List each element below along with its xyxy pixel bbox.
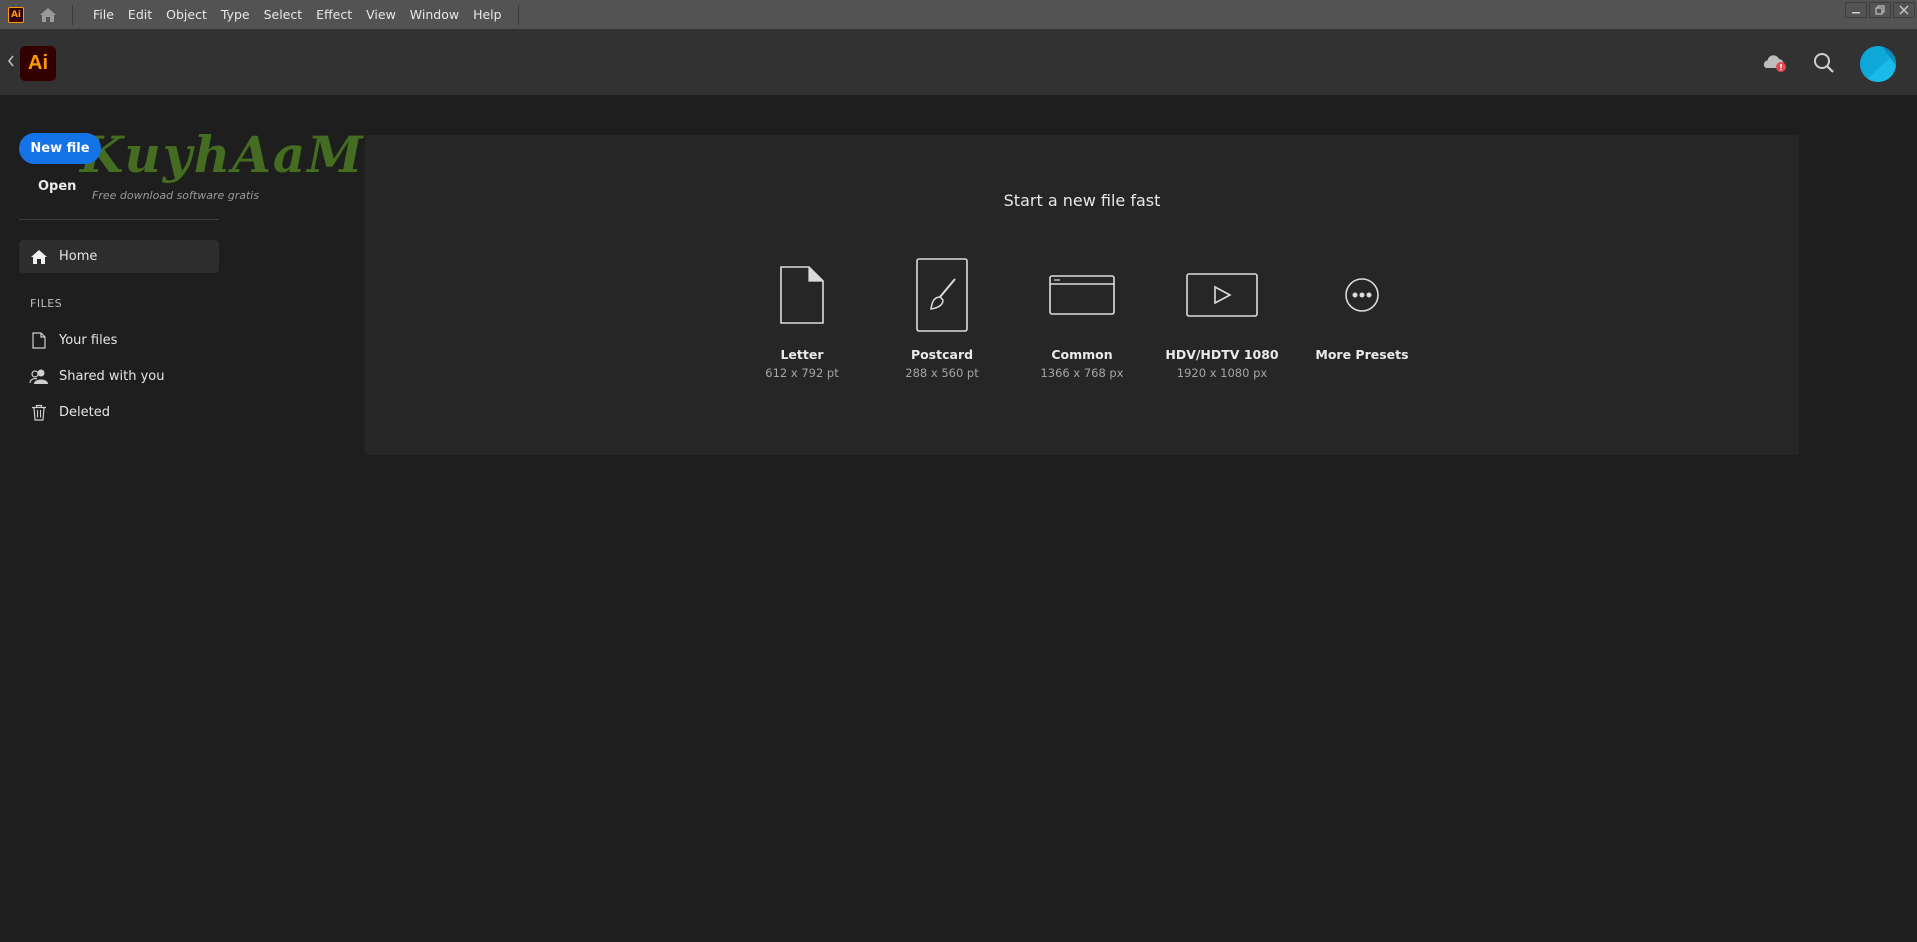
menu-help[interactable]: Help (467, 0, 508, 29)
video-play-icon (1152, 255, 1292, 335)
preset-size: 1366 x 768 px (1040, 366, 1124, 380)
files-heading: FILES (30, 297, 63, 310)
preset-size: 612 x 792 pt (765, 366, 839, 380)
sidebar-item-deleted[interactable]: Deleted (19, 396, 219, 429)
preset-more-presets[interactable]: More Presets (1292, 255, 1432, 385)
watermark: KuyhAaMe Free download software gratis (80, 125, 396, 215)
preset-size: 1920 x 1080 px (1176, 366, 1268, 380)
sidebar: KuyhAaMe Free download software gratis N… (0, 95, 396, 942)
chevron-left-icon[interactable] (6, 53, 16, 73)
avatar[interactable] (1860, 46, 1896, 82)
menu-object[interactable]: Object (160, 0, 213, 29)
menu-edit[interactable]: Edit (122, 0, 158, 29)
sidebar-item-your-files[interactable]: Your files (19, 324, 219, 357)
menu-select[interactable]: Select (258, 0, 309, 29)
sidebar-divider (19, 219, 219, 220)
menu-divider (517, 4, 519, 25)
home-icon (29, 247, 49, 267)
sidebar-item-label: Shared with you (59, 369, 165, 384)
new-file-button[interactable]: New file (19, 133, 101, 164)
preset-name: HDV/HDTV 1080 (1165, 347, 1279, 362)
menu-bar: Ai File Edit Object Type Select Effect V… (0, 0, 1917, 29)
sidebar-item-label: Deleted (59, 405, 110, 420)
minimize-button[interactable] (1845, 2, 1867, 18)
preset-name: Common (1051, 347, 1113, 362)
menu-view[interactable]: View (360, 0, 402, 29)
sidebar-item-label: Your files (59, 333, 118, 348)
close-button[interactable] (1893, 2, 1915, 18)
open-button[interactable]: Open (38, 179, 76, 194)
preset-name: Letter (780, 347, 824, 362)
preset-name: More Presets (1315, 347, 1409, 362)
brush-icon (872, 255, 1012, 335)
sidebar-item-label: Home (59, 249, 98, 264)
menu-type[interactable]: Type (215, 0, 256, 29)
restore-button[interactable] (1869, 2, 1891, 18)
preset-common[interactable]: Common 1366 x 768 px (1012, 255, 1152, 385)
preset-letter[interactable]: Letter 612 x 792 pt (732, 255, 872, 385)
home-icon[interactable] (38, 5, 58, 25)
document-icon (732, 255, 872, 335)
quick-start-panel: Start a new file fast Letter 612 x 792 p… (365, 135, 1799, 455)
trash-icon (29, 403, 49, 423)
preset-size: 288 x 560 pt (905, 366, 979, 380)
quick-start-title: Start a new file fast (1003, 191, 1161, 210)
more-ellipsis-icon (1292, 255, 1432, 335)
preset-postcard[interactable]: Postcard 288 x 560 pt (872, 255, 1012, 385)
illustrator-logo: Ai (20, 46, 56, 81)
preset-name: Postcard (910, 347, 974, 362)
sidebar-item-home[interactable]: Home (19, 240, 219, 273)
browser-window-icon (1012, 255, 1152, 335)
illustrator-app-icon: Ai (8, 6, 24, 23)
shared-users-icon (29, 367, 49, 387)
search-icon[interactable] (1812, 51, 1836, 75)
menu-divider (72, 4, 73, 25)
document-icon (29, 331, 49, 351)
app-header: Ai (0, 29, 1917, 95)
menu-effect[interactable]: Effect (310, 0, 358, 29)
cloud-sync-icon[interactable] (1760, 51, 1788, 75)
watermark-title: KuyhAaMe (80, 125, 399, 184)
menu-file[interactable]: File (87, 0, 120, 29)
window-controls (1845, 0, 1917, 29)
preset-hdv-hdtv-1080[interactable]: HDV/HDTV 1080 1920 x 1080 px (1152, 255, 1292, 385)
sidebar-item-shared-with-you[interactable]: Shared with you (19, 360, 219, 393)
watermark-subtitle: Free download software gratis (92, 189, 260, 202)
menu-window[interactable]: Window (404, 0, 465, 29)
